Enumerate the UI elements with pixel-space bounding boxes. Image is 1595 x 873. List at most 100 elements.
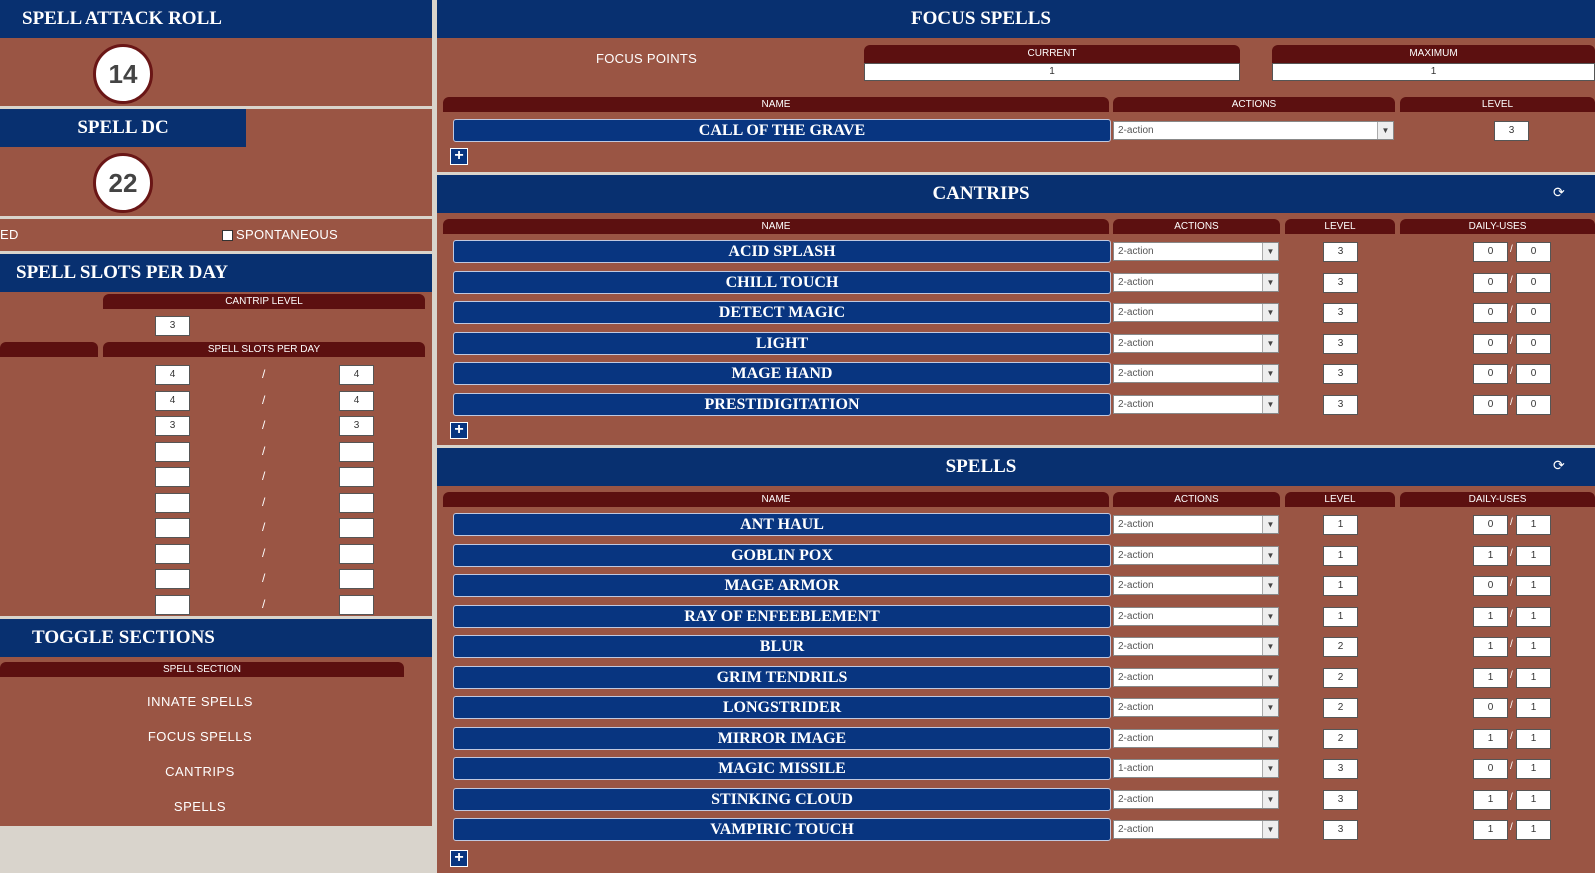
daily-uses-max-input[interactable]: 0 (1516, 394, 1551, 415)
spell-name-button[interactable]: STINKING CLOUD (453, 787, 1111, 811)
slot-max-input[interactable]: 4 (339, 365, 374, 385)
spell-level-input[interactable]: 1 (1323, 576, 1358, 596)
spell-level-input[interactable]: 1 (1323, 606, 1358, 627)
spell-name-button[interactable]: DETECT MAGIC (453, 301, 1111, 324)
spell-level-input[interactable]: 3 (1323, 820, 1358, 840)
spell-name-button[interactable]: PRESTIDIGITATION (453, 392, 1111, 416)
spell-name-button[interactable]: MIRROR IMAGE (453, 726, 1111, 750)
spell-level-input[interactable]: 1 (1323, 545, 1358, 566)
slot-current-input[interactable]: 4 (155, 390, 190, 411)
spell-level-input[interactable]: 2 (1323, 667, 1358, 688)
add-focus-spell-button[interactable]: + (450, 148, 468, 165)
toggle-spells[interactable]: SPELLS (0, 799, 400, 814)
spell-level-input[interactable]: 3 (1323, 789, 1358, 810)
daily-uses-max-input[interactable]: 1 (1516, 576, 1551, 596)
add-spell-button[interactable]: + (450, 850, 468, 867)
spell-level-input[interactable]: 3 (1323, 303, 1358, 323)
daily-uses-used-input[interactable]: 1 (1473, 820, 1508, 840)
action-select[interactable]: 2-action ▼ (1113, 789, 1279, 809)
daily-uses-used-input[interactable]: 1 (1473, 728, 1508, 749)
spontaneous-checkbox[interactable] (222, 230, 233, 241)
slot-current-input[interactable] (155, 594, 190, 615)
slot-max-input[interactable]: 4 (339, 390, 374, 411)
spell-name-button[interactable]: CHILL TOUCH (453, 270, 1111, 294)
daily-uses-max-input[interactable]: 0 (1516, 333, 1551, 354)
slot-current-input[interactable] (155, 467, 190, 487)
spell-name-button[interactable]: LONGSTRIDER (453, 696, 1111, 719)
slot-current-input[interactable] (155, 569, 190, 589)
spell-level-input[interactable]: 3 (1323, 272, 1358, 293)
action-select[interactable]: 2-action ▼ (1113, 333, 1279, 353)
action-select[interactable]: 2-action ▼ (1113, 606, 1279, 626)
slot-max-input[interactable] (339, 569, 374, 589)
daily-uses-max-input[interactable]: 1 (1516, 698, 1551, 718)
action-select[interactable]: 2-action ▼ (1113, 820, 1279, 839)
spell-attack-value[interactable]: 14 (93, 44, 153, 104)
spell-name-button[interactable]: MAGE HAND (453, 362, 1111, 385)
daily-uses-max-input[interactable]: 0 (1516, 272, 1551, 293)
daily-uses-used-input[interactable]: 1 (1473, 545, 1508, 566)
focus-spell-level-input[interactable]: 3 (1494, 121, 1529, 141)
spell-name-button[interactable]: RAY OF ENFEEBLEMENT (453, 604, 1111, 628)
daily-uses-used-input[interactable]: 1 (1473, 789, 1508, 810)
spell-name-button[interactable]: MAGIC MISSILE (453, 757, 1111, 780)
slot-max-input[interactable]: 3 (339, 416, 374, 436)
daily-uses-used-input[interactable]: 0 (1473, 394, 1508, 415)
toggle-innate-spells[interactable]: INNATE SPELLS (0, 694, 400, 709)
daily-uses-used-input[interactable]: 0 (1473, 698, 1508, 718)
slot-current-input[interactable] (155, 492, 190, 513)
daily-uses-max-input[interactable]: 1 (1516, 728, 1551, 749)
slot-max-input[interactable] (339, 594, 374, 615)
spell-level-input[interactable]: 2 (1323, 698, 1358, 718)
action-select[interactable]: 2-action ▼ (1113, 515, 1279, 534)
action-select[interactable]: 2-action ▼ (1113, 272, 1279, 292)
daily-uses-max-input[interactable]: 1 (1516, 667, 1551, 688)
action-select[interactable]: 2-action ▼ (1113, 364, 1279, 383)
spell-level-input[interactable]: 3 (1323, 394, 1358, 415)
spell-level-input[interactable]: 3 (1323, 333, 1358, 354)
action-select[interactable]: 2-action ▼ (1113, 576, 1279, 595)
daily-uses-max-input[interactable]: 1 (1516, 759, 1551, 779)
daily-uses-used-input[interactable]: 0 (1473, 759, 1508, 779)
daily-uses-used-input[interactable]: 0 (1473, 576, 1508, 596)
spell-level-input[interactable]: 2 (1323, 637, 1358, 657)
slot-current-input[interactable] (155, 518, 190, 538)
slot-current-input[interactable]: 3 (155, 416, 190, 436)
daily-uses-max-input[interactable]: 1 (1516, 515, 1551, 535)
daily-uses-max-input[interactable]: 1 (1516, 606, 1551, 627)
action-select[interactable]: 2-action ▼ (1113, 545, 1279, 565)
spell-level-input[interactable]: 3 (1323, 759, 1358, 779)
add-cantrip-button[interactable]: + (450, 422, 468, 439)
spell-name-button[interactable]: GOBLIN POX (453, 543, 1111, 567)
daily-uses-used-input[interactable]: 1 (1473, 637, 1508, 657)
spells-refresh-icon[interactable]: ⟳ (1553, 457, 1565, 474)
focus-spell-name[interactable]: CALL OF THE GRAVE (453, 119, 1111, 142)
daily-uses-max-input[interactable]: 1 (1516, 820, 1551, 840)
daily-uses-used-input[interactable]: 1 (1473, 667, 1508, 688)
focus-spell-action-select[interactable]: 2-action ▼ (1113, 121, 1394, 140)
daily-uses-max-input[interactable]: 1 (1516, 545, 1551, 566)
daily-uses-used-input[interactable]: 0 (1473, 272, 1508, 293)
action-select[interactable]: 2-action ▼ (1113, 242, 1279, 261)
slot-max-input[interactable] (339, 492, 374, 513)
daily-uses-used-input[interactable]: 0 (1473, 303, 1508, 323)
spell-name-button[interactable]: MAGE ARMOR (453, 574, 1111, 597)
daily-uses-max-input[interactable]: 1 (1516, 637, 1551, 657)
toggle-cantrips[interactable]: CANTRIPS (0, 764, 400, 779)
action-select[interactable]: 2-action ▼ (1113, 303, 1279, 322)
daily-uses-used-input[interactable]: 0 (1473, 364, 1508, 384)
slot-current-input[interactable]: 4 (155, 365, 190, 385)
spell-name-button[interactable]: ANT HAUL (453, 513, 1111, 536)
daily-uses-max-input[interactable]: 1 (1516, 789, 1551, 810)
slot-max-input[interactable] (339, 518, 374, 538)
spell-level-input[interactable]: 1 (1323, 515, 1358, 535)
slot-max-input[interactable] (339, 467, 374, 487)
action-select[interactable]: 2-action ▼ (1113, 698, 1279, 717)
spell-name-button[interactable]: GRIM TENDRILS (453, 665, 1111, 689)
action-select[interactable]: 2-action ▼ (1113, 637, 1279, 656)
spell-dc-value[interactable]: 22 (93, 153, 153, 213)
daily-uses-used-input[interactable]: 1 (1473, 606, 1508, 627)
slot-max-input[interactable] (339, 543, 374, 564)
cantrip-level-input[interactable]: 3 (155, 316, 190, 336)
spell-level-input[interactable]: 3 (1323, 242, 1358, 262)
